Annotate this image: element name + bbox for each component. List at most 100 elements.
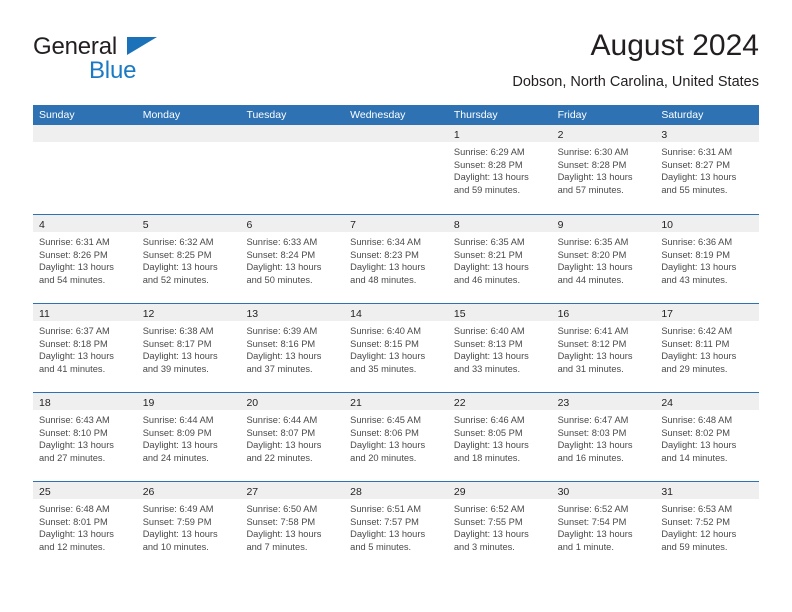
day-detail-line: and 29 minutes. (661, 363, 728, 374)
calendar-day-cell[interactable]: 6 Sunrise: 6:33 AM Sunset: 8:24 PM Daylight… (240, 215, 345, 303)
day-detail-line: Daylight: 13 hours (39, 351, 114, 362)
calendar-day-cell[interactable]: 31 Sunrise: 6:53 AM Sunset: 7:52 PM Dayligh… (655, 482, 760, 570)
calendar-day-cell[interactable]: 9 Sunrise: 6:35 AM Sunset: 8:20 PM Daylight… (551, 215, 656, 303)
day-detail-line: and 59 minutes. (661, 541, 728, 552)
day-detail-text: Sunrise: 6:36 AM Sunset: 8:19 PM Daylight:… (655, 232, 759, 286)
calendar-day-cell[interactable]: 7 Sunrise: 6:34 AM Sunset: 8:23 PM Daylight… (344, 215, 448, 303)
day-detail-text: Sunrise: 6:31 AM Sunset: 8:26 PM Daylight:… (33, 232, 137, 286)
day-detail-line: Sunset: 8:21 PM (453, 249, 523, 260)
day-detail-line: Sunset: 8:12 PM (557, 338, 627, 349)
calendar-day-cell[interactable]: 29 Sunrise: 6:52 AM Sunset: 7:55 PM Dayligh… (447, 482, 552, 570)
calendar-day-cell[interactable]: 8 Sunrise: 6:35 AM Sunset: 8:21 PM Daylight… (447, 215, 552, 303)
day-number: 24 (661, 397, 673, 409)
calendar-day-cell[interactable]: 2 Sunrise: 6:30 AM Sunset: 8:28 PM Daylight… (551, 125, 656, 214)
calendar-day-cell[interactable]: 1 Sunrise: 6:29 AM Sunset: 8:28 PM Daylight… (447, 125, 552, 214)
day-detail-line: Daylight: 13 hours (661, 351, 737, 362)
day-number-band: 19 (136, 393, 241, 410)
calendar-day-cell[interactable]: 21 Sunrise: 6:45 AM Sunset: 8:06 PM Dayligh… (344, 393, 448, 481)
day-detail-text: Sunrise: 6:33 AM Sunset: 8:24 PM Daylight:… (240, 232, 344, 286)
day-detail-line: Sunrise: 6:30 AM (557, 147, 629, 157)
calendar-cell-empty (344, 125, 448, 214)
day-detail-line: Daylight: 13 hours (142, 440, 218, 451)
day-detail-text: Sunrise: 6:47 AM Sunset: 8:03 PM Daylight:… (552, 410, 656, 464)
day-number-band: 17 (655, 304, 760, 321)
calendar-day-cell[interactable]: 15 Sunrise: 6:40 AM Sunset: 8:13 PM Dayligh… (447, 304, 552, 392)
day-detail-text: Sunrise: 6:38 AM Sunset: 8:17 PM Daylight:… (137, 321, 241, 375)
calendar-weeks: 1 Sunrise: 6:29 AM Sunset: 8:28 PM Daylight… (33, 125, 760, 570)
calendar-day-cell[interactable]: 30 Sunrise: 6:52 AM Sunset: 7:54 PM Dayligh… (551, 482, 656, 570)
logo-text-general: General (33, 34, 263, 60)
day-number-band: 30 (551, 482, 656, 499)
day-detail-line: Sunrise: 6:49 AM (142, 504, 214, 514)
triangle-icon (127, 37, 157, 55)
day-detail-line: Sunrise: 6:51 AM (350, 504, 421, 514)
day-number-band: 31 (655, 482, 760, 499)
day-detail-line: Sunset: 7:57 PM (350, 516, 419, 527)
day-detail-text: Sunrise: 6:35 AM Sunset: 8:20 PM Daylight:… (552, 232, 656, 286)
day-detail-line: Sunrise: 6:42 AM (661, 326, 733, 336)
day-number: 28 (350, 486, 362, 498)
day-number: 20 (246, 397, 259, 409)
day-detail-line: Daylight: 13 hours (557, 172, 633, 183)
day-detail-text (344, 142, 448, 146)
day-detail-line: Sunrise: 6:52 AM (557, 504, 629, 514)
day-detail-line: Daylight: 13 hours (557, 262, 633, 273)
day-detail-line: Sunset: 8:01 PM (39, 516, 108, 527)
day-detail-line: and 54 minutes. (39, 274, 106, 285)
day-detail-text (137, 142, 241, 146)
calendar-day-cell[interactable]: 12 Sunrise: 6:38 AM Sunset: 8:17 PM Dayligh… (136, 304, 241, 392)
calendar-day-cell[interactable]: 26 Sunrise: 6:49 AM Sunset: 7:59 PM Dayligh… (136, 482, 241, 570)
calendar-day-cell[interactable]: 28 Sunrise: 6:51 AM Sunset: 7:57 PM Dayligh… (344, 482, 448, 570)
day-detail-line: Sunset: 8:19 PM (661, 249, 731, 260)
day-detail-line: Sunrise: 6:50 AM (246, 504, 318, 514)
day-detail-text: Sunrise: 6:52 AM Sunset: 7:54 PM Daylight:… (552, 499, 656, 553)
weekday-header-tuesday: Tuesday (246, 109, 287, 121)
calendar-day-cell[interactable]: 24 Sunrise: 6:48 AM Sunset: 8:02 PM Dayligh… (655, 393, 760, 481)
day-detail-text: Sunrise: 6:49 AM Sunset: 7:59 PM Daylight:… (137, 499, 241, 553)
day-number: 25 (39, 486, 51, 498)
calendar-day-cell[interactable]: 5 Sunrise: 6:32 AM Sunset: 8:25 PM Daylight… (136, 215, 241, 303)
calendar-day-cell[interactable]: 22 Sunrise: 6:46 AM Sunset: 8:05 PM Dayligh… (447, 393, 552, 481)
calendar-day-cell[interactable]: 13 Sunrise: 6:39 AM Sunset: 8:16 PM Dayligh… (240, 304, 345, 392)
day-detail-line: and 1 minute. (557, 541, 614, 552)
calendar-day-cell[interactable]: 20 Sunrise: 6:44 AM Sunset: 8:07 PM Dayligh… (240, 393, 345, 481)
calendar-day-cell[interactable]: 25 Sunrise: 6:48 AM Sunset: 8:01 PM Dayligh… (33, 482, 137, 570)
day-number: 10 (661, 219, 673, 231)
day-number-band: 15 (447, 304, 552, 321)
day-detail-line: Daylight: 12 hours (661, 529, 737, 540)
calendar-day-cell[interactable]: 23 Sunrise: 6:47 AM Sunset: 8:03 PM Dayligh… (551, 393, 656, 481)
day-detail-line: Sunrise: 6:32 AM (142, 237, 214, 247)
day-detail-line: Daylight: 13 hours (350, 351, 426, 362)
general-blue-logo[interactable]: General Blue (33, 34, 263, 90)
day-detail-text: Sunrise: 6:53 AM Sunset: 7:52 PM Daylight:… (655, 499, 759, 553)
day-detail-line: and 20 minutes. (350, 452, 417, 463)
day-detail-line: Sunset: 8:06 PM (350, 427, 419, 438)
day-detail-line: Daylight: 13 hours (453, 529, 529, 540)
day-detail-line: and 5 minutes. (350, 541, 412, 552)
calendar-day-cell[interactable]: 18 Sunrise: 6:43 AM Sunset: 8:10 PM Dayligh… (33, 393, 137, 481)
calendar-day-cell[interactable]: 17 Sunrise: 6:42 AM Sunset: 8:11 PM Dayligh… (655, 304, 760, 392)
day-number-band: 24 (655, 393, 760, 410)
day-detail-text: Sunrise: 6:48 AM Sunset: 8:01 PM Daylight:… (33, 499, 137, 553)
day-detail-line: Sunset: 8:24 PM (246, 249, 316, 260)
day-detail-line: Sunset: 8:07 PM (246, 427, 316, 438)
day-detail-line: Sunset: 7:58 PM (246, 516, 316, 527)
day-detail-line: Sunset: 8:17 PM (142, 338, 212, 349)
day-detail-line: Sunrise: 6:40 AM (350, 326, 421, 336)
day-detail-line: Sunset: 8:13 PM (453, 338, 523, 349)
day-detail-line: Daylight: 13 hours (453, 262, 529, 273)
calendar-day-cell[interactable]: 27 Sunrise: 6:50 AM Sunset: 7:58 PM Dayligh… (240, 482, 345, 570)
day-detail-line: Sunset: 8:15 PM (350, 338, 419, 349)
calendar-day-cell[interactable]: 3 Sunrise: 6:31 AM Sunset: 8:27 PM Daylight… (655, 125, 760, 214)
day-number: 9 (557, 219, 564, 231)
calendar-day-cell[interactable]: 4 Sunrise: 6:31 AM Sunset: 8:26 PM Daylight… (33, 215, 137, 303)
day-number: 15 (453, 308, 466, 320)
calendar-day-cell[interactable]: 19 Sunrise: 6:44 AM Sunset: 8:09 PM Dayligh… (136, 393, 241, 481)
day-detail-line: Sunset: 8:23 PM (350, 249, 419, 260)
calendar-day-cell[interactable]: 16 Sunrise: 6:41 AM Sunset: 8:12 PM Dayligh… (551, 304, 656, 392)
calendar-day-cell[interactable]: 11 Sunrise: 6:37 AM Sunset: 8:18 PM Dayligh… (33, 304, 137, 392)
calendar-day-cell[interactable]: 10 Sunrise: 6:36 AM Sunset: 8:19 PM Dayligh… (655, 215, 760, 303)
calendar-day-cell[interactable]: 14 Sunrise: 6:40 AM Sunset: 8:15 PM Dayligh… (344, 304, 448, 392)
day-number: 19 (142, 397, 155, 409)
day-detail-line: Sunrise: 6:31 AM (39, 237, 110, 247)
